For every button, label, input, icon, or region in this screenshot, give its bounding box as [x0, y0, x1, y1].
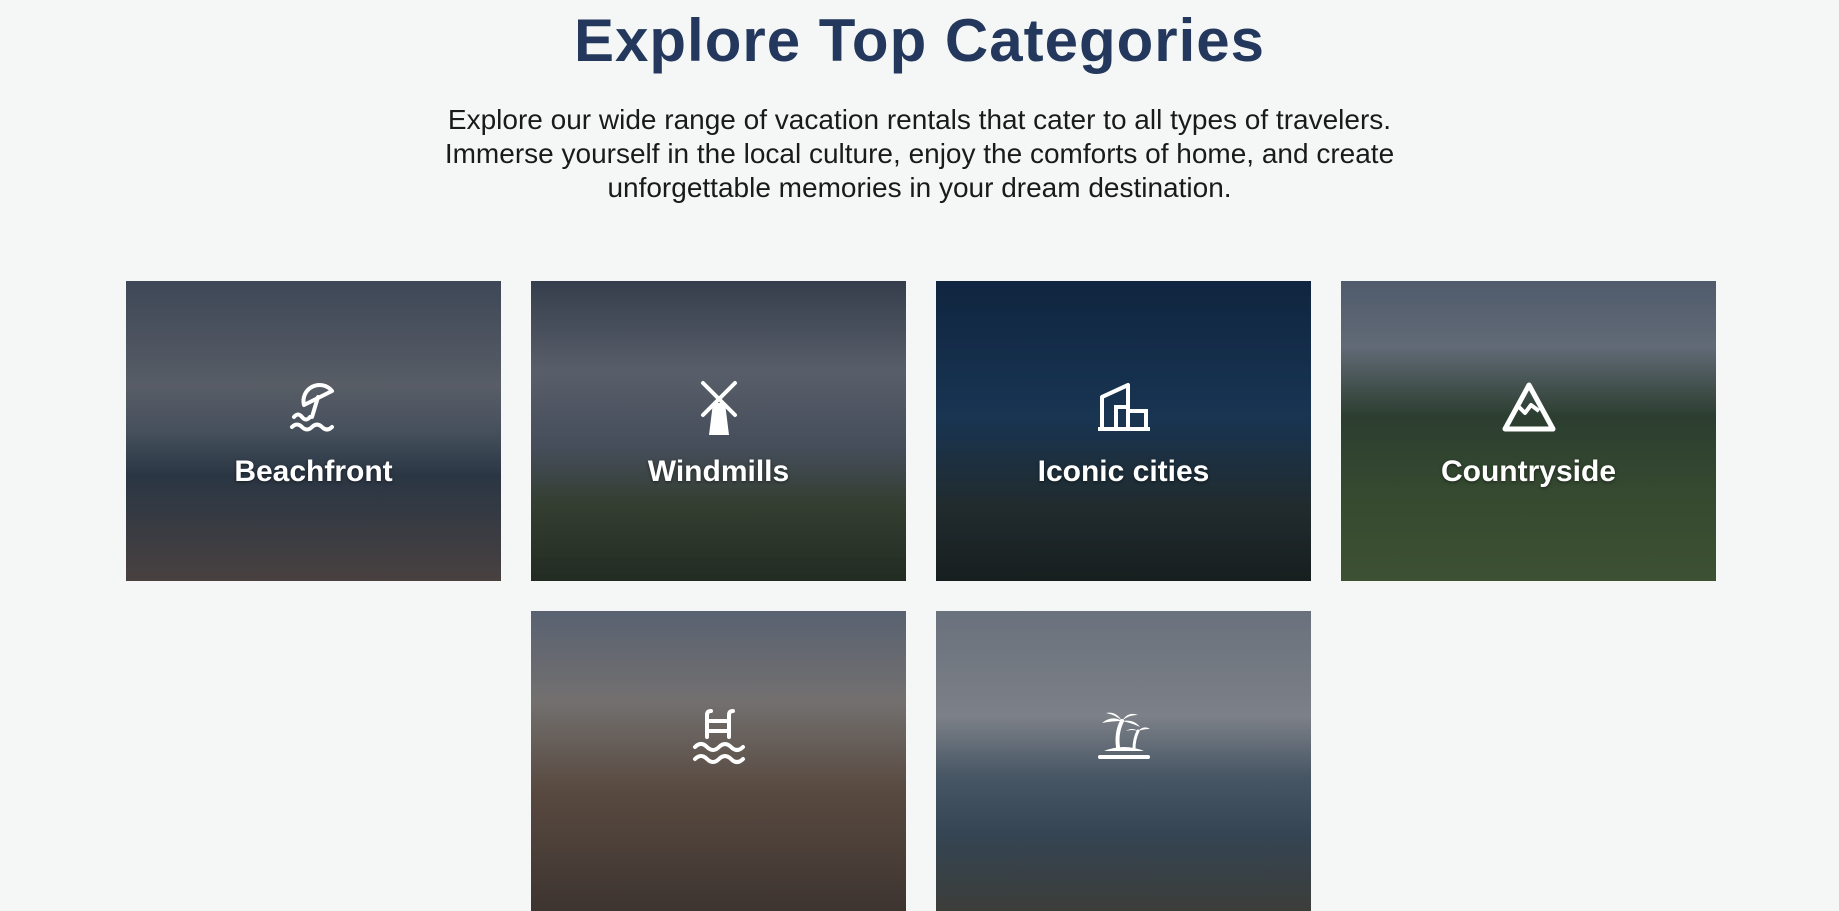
page-description: Explore our wide range of vacation renta… — [444, 104, 1395, 203]
mountain-icon — [1502, 382, 1555, 432]
windmill-icon — [700, 381, 737, 435]
beach-umbrella-icon — [289, 383, 334, 432]
category-label: Countryside — [1440, 455, 1617, 488]
city-building-icon — [1097, 383, 1150, 431]
category-card-iconic-cities[interactable]: Iconic cities — [936, 281, 1311, 581]
category-card-beachfront[interactable]: Beachfront — [126, 281, 501, 581]
category-card-countryside[interactable]: Countryside — [1341, 281, 1716, 581]
category-card-windmills[interactable]: Windmills — [531, 281, 906, 581]
category-label: Iconic cities — [1037, 455, 1210, 488]
page-title: Explore Top Categories — [573, 7, 1266, 74]
category-card-islands[interactable] — [936, 611, 1311, 911]
category-label: Windmills — [647, 455, 790, 488]
category-card-pools[interactable] — [531, 611, 906, 911]
category-label: Beachfront — [234, 455, 393, 488]
pool-ladder-icon — [692, 709, 745, 764]
palm-island-icon — [1097, 712, 1150, 759]
